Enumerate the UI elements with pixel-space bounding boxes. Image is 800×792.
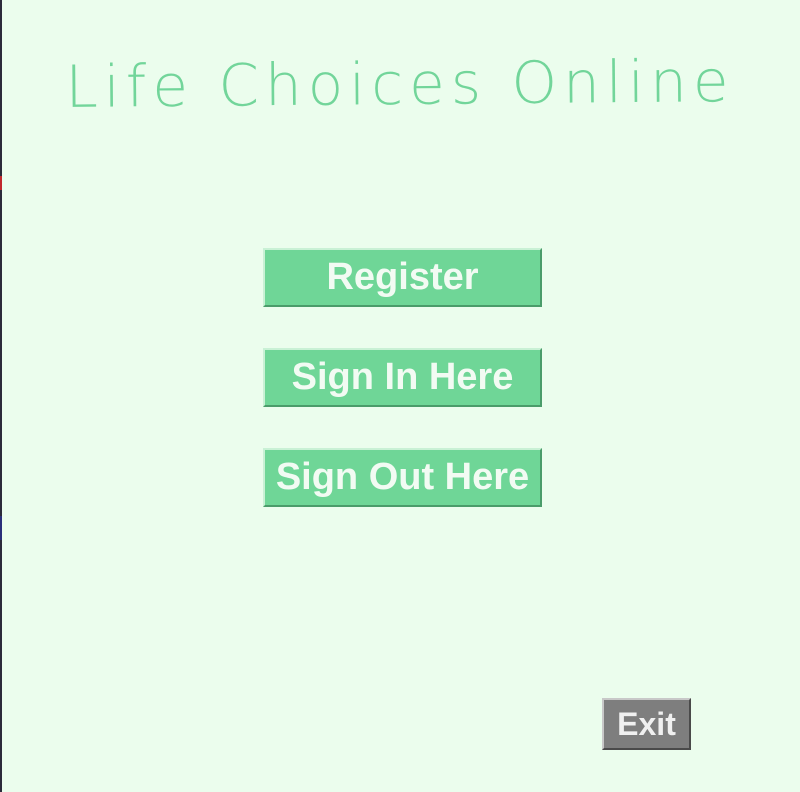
app-title: Life Choices Online [65, 47, 735, 121]
sign-in-button[interactable]: Sign In Here [263, 348, 542, 407]
edge-mark-red [0, 176, 2, 190]
register-button[interactable]: Register [263, 248, 542, 307]
sign-out-button[interactable]: Sign Out Here [263, 448, 542, 507]
edge-mark-blue [0, 516, 2, 540]
exit-button[interactable]: Exit [602, 698, 691, 750]
